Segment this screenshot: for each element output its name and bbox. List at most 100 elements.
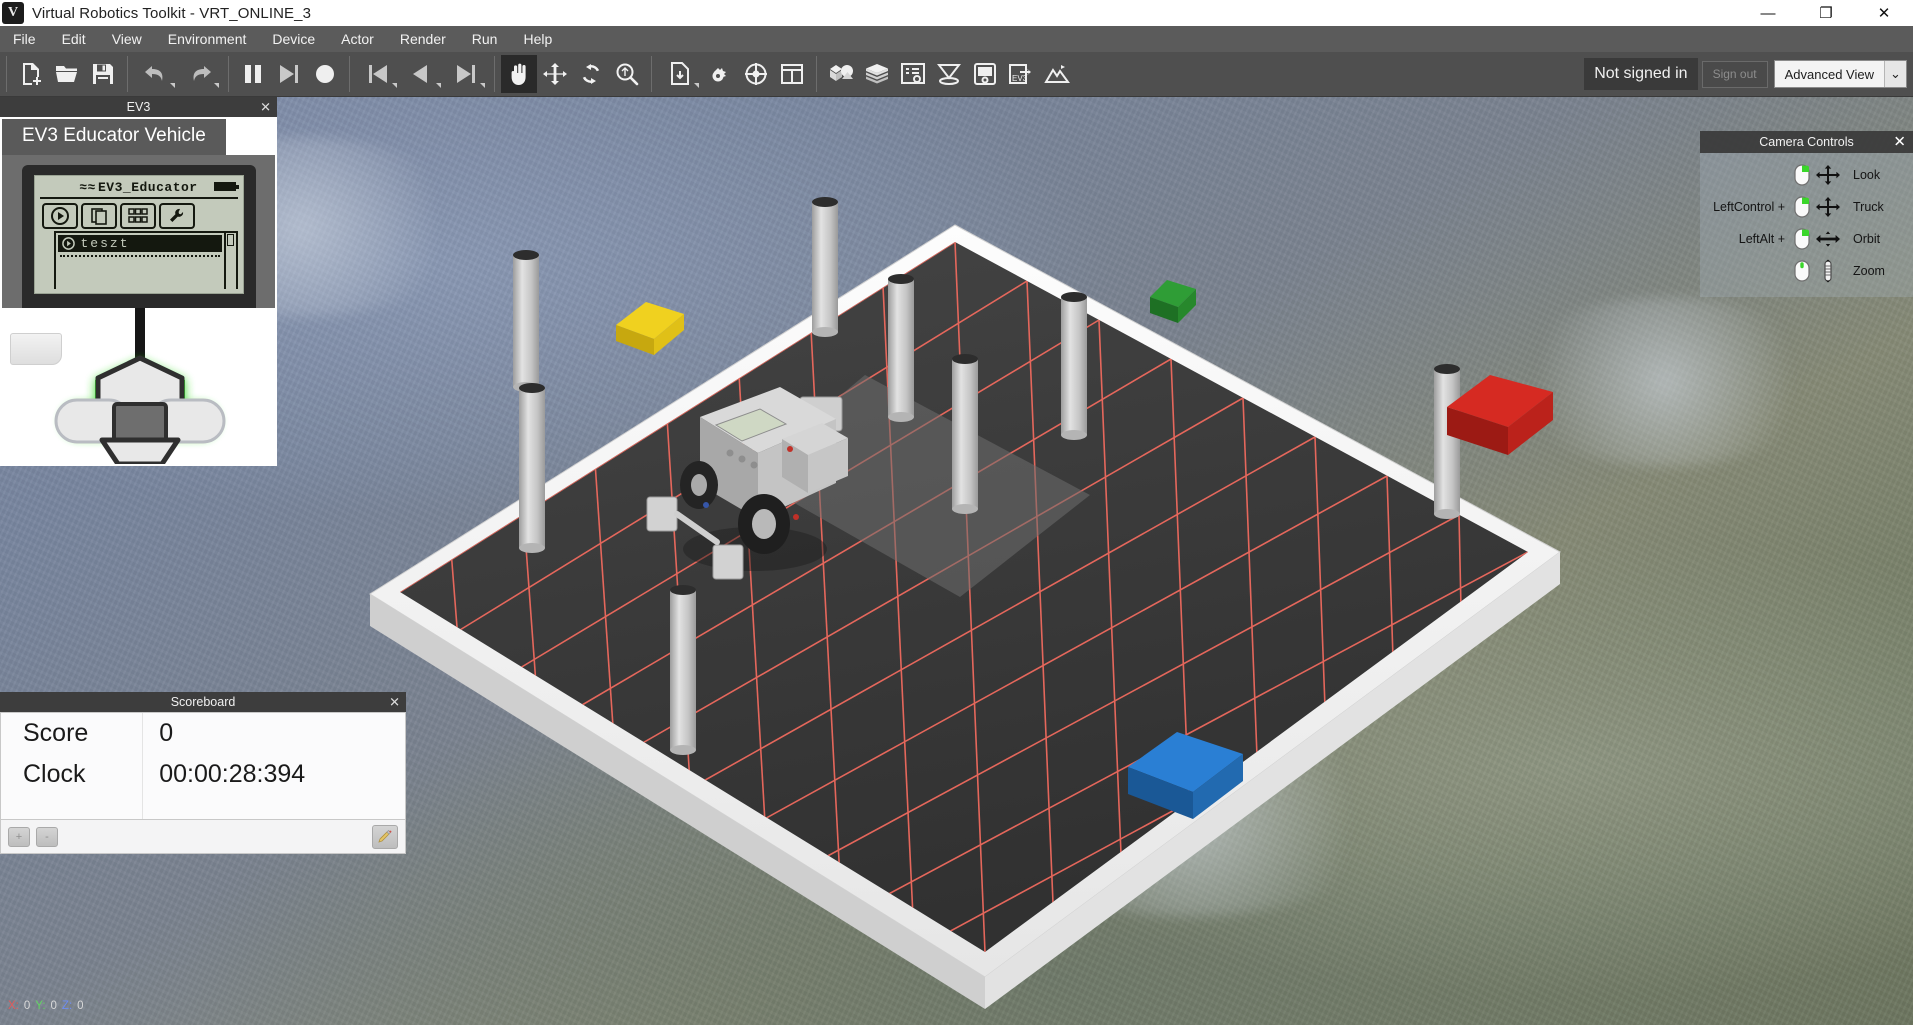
- redo-dropdown-caret[interactable]: [214, 83, 219, 88]
- pencil-icon[interactable]: [372, 824, 398, 849]
- play-circle-icon: [61, 237, 75, 250]
- coord-z-label: Z:: [61, 1000, 73, 1012]
- menu-item-help[interactable]: Help: [510, 26, 565, 52]
- new-document-icon[interactable]: [13, 55, 49, 93]
- minimize-button[interactable]: —: [1739, 0, 1797, 26]
- ev3-list-scrollbar[interactable]: [223, 233, 236, 289]
- step-forward-caret[interactable]: [480, 83, 485, 88]
- window-controls: — ❐ ✕: [1739, 0, 1913, 26]
- app-logo-icon: V: [2, 2, 24, 24]
- ev3-tab-run-recent[interactable]: [41, 203, 78, 229]
- scoreboard-value-clock: 00:00:28:394: [159, 760, 306, 788]
- camera-row-orbit: LeftAlt + Orbit: [1700, 223, 1913, 255]
- funnel-icon[interactable]: [931, 55, 967, 93]
- coord-z-value: 0: [77, 1000, 84, 1012]
- menu-item-environment[interactable]: Environment: [155, 26, 260, 52]
- properties-icon[interactable]: [895, 55, 931, 93]
- camera-controls-close-icon[interactable]: ✕: [1893, 135, 1906, 150]
- ev3-vehicle-name: EV3 Educator Vehicle: [2, 119, 226, 155]
- export-document-icon[interactable]: [658, 55, 702, 93]
- skip-back-caret[interactable]: [392, 83, 397, 88]
- move-horizontal-icon: [1813, 228, 1843, 250]
- ev3-panel-title-bar[interactable]: EV3 ✕: [0, 97, 277, 117]
- step-back-caret[interactable]: [436, 83, 441, 88]
- layers-icon[interactable]: [859, 55, 895, 93]
- sign-out-button[interactable]: Sign out: [1701, 60, 1768, 88]
- move-icon[interactable]: [537, 55, 573, 93]
- pan-hand-icon[interactable]: [501, 55, 537, 93]
- move-4way-icon: [1813, 164, 1843, 186]
- save-disk-icon[interactable]: [85, 55, 121, 93]
- open-folder-icon[interactable]: [49, 55, 85, 93]
- brick-monitor-icon[interactable]: [967, 55, 1003, 93]
- left-mouse-button-icon: [1791, 228, 1813, 250]
- title-bar: V Virtual Robotics Toolkit - VRT_ONLINE_…: [0, 0, 1913, 26]
- ev3-tab-brick-apps[interactable]: [119, 203, 156, 229]
- scoreboard-empty-row: [1, 795, 405, 819]
- objects-icon[interactable]: [823, 55, 859, 93]
- camera-label-orbit: Orbit: [1853, 232, 1881, 246]
- export-caret[interactable]: [694, 83, 699, 88]
- zoom-magnifier-icon[interactable]: [609, 55, 645, 93]
- move-4way-icon: [1813, 196, 1843, 218]
- svg-text:EV3: EV3: [1012, 74, 1028, 83]
- grid-layout-icon[interactable]: [774, 55, 810, 93]
- ev3-program-name: teszt: [80, 236, 130, 251]
- toolbar-group-file: [13, 52, 121, 97]
- menu-item-run[interactable]: Run: [459, 26, 511, 52]
- left-mouse-button-icon: [1791, 196, 1813, 218]
- signin-status[interactable]: Not signed in: [1584, 58, 1698, 90]
- step-back-icon[interactable]: [400, 55, 444, 93]
- table-row: Score 0: [1, 713, 405, 754]
- menu-bar: File Edit View Environment Device Actor …: [0, 26, 1913, 52]
- play-to-end-icon[interactable]: [271, 55, 307, 93]
- restore-button[interactable]: ❐: [1797, 0, 1855, 26]
- toolbar-group-history: [134, 52, 222, 97]
- pause-icon[interactable]: [235, 55, 271, 93]
- undo-icon[interactable]: [134, 55, 178, 93]
- scoreboard-empty-cell: [143, 795, 405, 819]
- view-mode-dropdown[interactable]: Advanced View ⌄: [1773, 60, 1907, 88]
- view-mode-label: Advanced View: [1784, 66, 1874, 82]
- application-window: V Virtual Robotics Toolkit - VRT_ONLINE_…: [0, 0, 1913, 1025]
- scoreboard-footer: + -: [0, 820, 406, 854]
- scoreboard-title-bar[interactable]: Scoreboard ✕: [0, 692, 406, 712]
- ev3-export-icon[interactable]: EV3: [1003, 55, 1039, 93]
- account-area: Not signed in Sign out Advanced View ⌄: [1584, 52, 1913, 97]
- undo-dropdown-caret[interactable]: [170, 83, 175, 88]
- redo-icon[interactable]: [178, 55, 222, 93]
- camera-controls-panel: Camera Controls ✕ Look LeftControl + Tru…: [1700, 131, 1913, 297]
- scoreboard-close-icon[interactable]: ✕: [389, 696, 400, 709]
- terrain-icon[interactable]: [1039, 55, 1075, 93]
- ev3-program-item[interactable]: teszt: [57, 235, 222, 252]
- step-forward-icon[interactable]: [444, 55, 488, 93]
- menu-item-edit[interactable]: Edit: [49, 26, 99, 52]
- camera-modifier-truck: LeftControl +: [1713, 200, 1785, 214]
- skip-back-icon[interactable]: [356, 55, 400, 93]
- coord-y-value: 0: [50, 1000, 57, 1012]
- menu-item-view[interactable]: View: [99, 26, 155, 52]
- camera-controls-title-bar[interactable]: Camera Controls ✕: [1700, 131, 1913, 153]
- gears-icon[interactable]: [702, 55, 738, 93]
- menu-item-actor[interactable]: Actor: [328, 26, 387, 52]
- rotate-icon[interactable]: [573, 55, 609, 93]
- 3d-viewport[interactable]: W A S D X: 0 Y: 0 Z: 0: [0, 97, 1913, 1025]
- add-row-button[interactable]: +: [8, 826, 30, 847]
- menu-item-file[interactable]: File: [0, 26, 49, 52]
- ev3-panel-close-icon[interactable]: ✕: [260, 101, 271, 114]
- camera-label-look: Look: [1853, 168, 1881, 182]
- close-button[interactable]: ✕: [1855, 0, 1913, 26]
- ev3-tab-file-navigation[interactable]: [80, 203, 117, 229]
- middle-mouse-button-icon: [1791, 260, 1813, 282]
- menu-item-render[interactable]: Render: [387, 26, 459, 52]
- menu-item-device[interactable]: Device: [259, 26, 328, 52]
- ev3-tab-settings[interactable]: [158, 203, 195, 229]
- scoreboard-title: Scoreboard: [170, 695, 236, 709]
- ev3-scrollbar-thumb[interactable]: [227, 234, 234, 246]
- remove-row-button[interactable]: -: [36, 826, 58, 847]
- window-title: Virtual Robotics Toolkit - VRT_ONLINE_3: [32, 4, 312, 22]
- scoreboard-label-score: Score: [1, 713, 144, 754]
- target-wheel-icon[interactable]: [738, 55, 774, 93]
- chevron-down-icon[interactable]: ⌄: [1884, 61, 1906, 87]
- stop-icon[interactable]: [307, 55, 343, 93]
